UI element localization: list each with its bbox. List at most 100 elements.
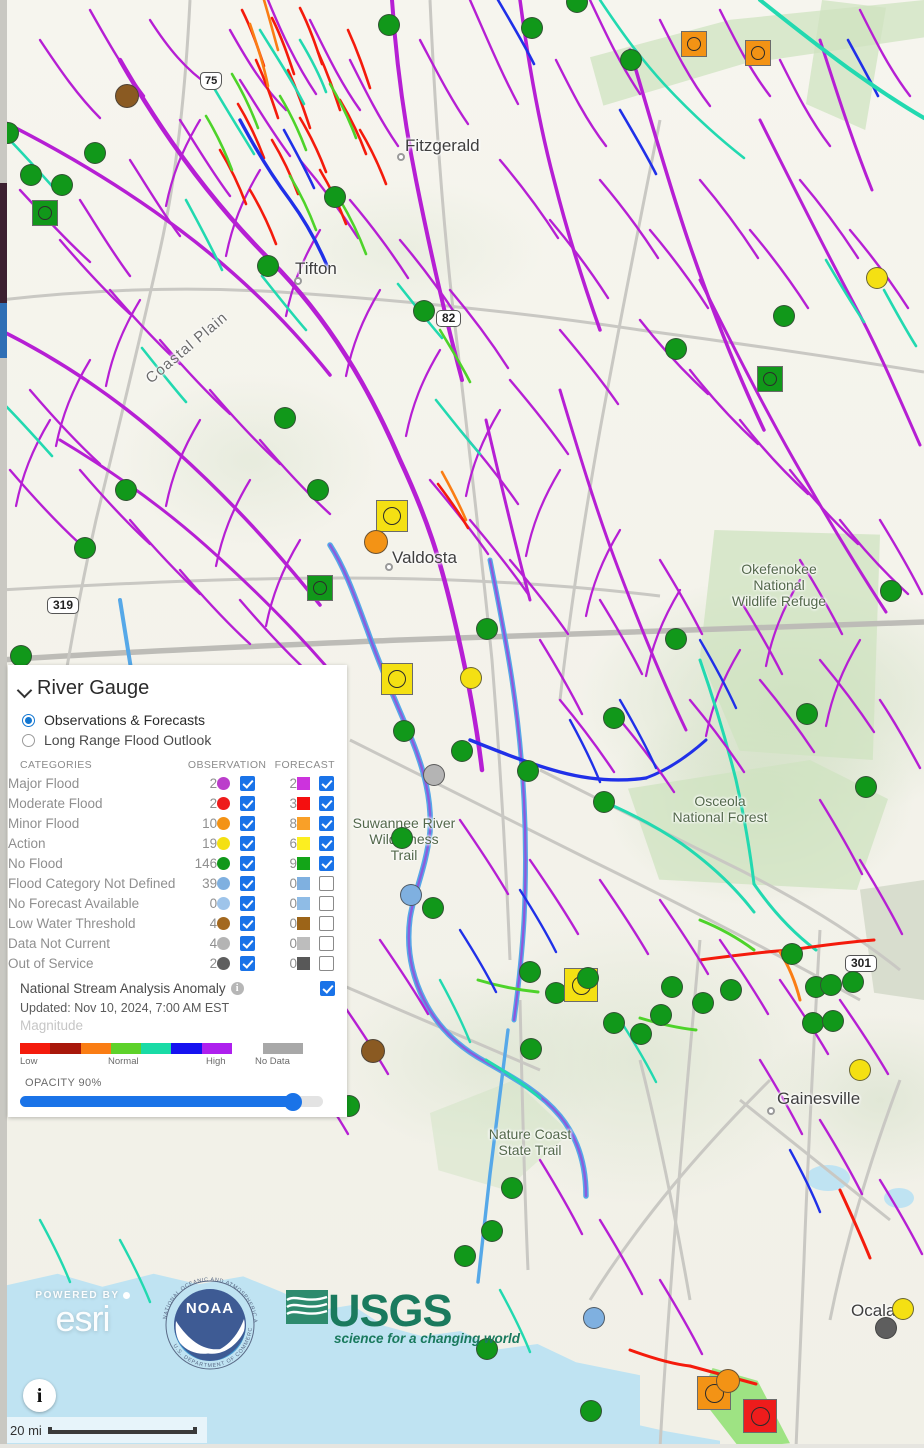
forecast-checkbox[interactable]: [319, 853, 347, 873]
gauge-marker-circle[interactable]: [580, 1400, 602, 1422]
forecast-checkbox[interactable]: [319, 813, 347, 833]
radio-long-range-flood-outlook[interactable]: Long Range Flood Outlook: [8, 730, 347, 750]
forecast-checkbox[interactable]: [319, 913, 347, 933]
radio-observations-forecasts[interactable]: Observations & Forecasts: [8, 710, 347, 730]
radio-icon[interactable]: [22, 733, 35, 747]
gauge-marker-circle[interactable]: [361, 1039, 385, 1063]
gauge-marker-circle[interactable]: [481, 1220, 503, 1242]
gauge-marker-circle[interactable]: [720, 979, 742, 1001]
radio-icon-selected[interactable]: [22, 713, 35, 727]
gauge-marker-circle[interactable]: [603, 707, 625, 729]
gauge-marker-square[interactable]: [32, 200, 58, 226]
gauge-marker-circle[interactable]: [451, 740, 473, 762]
forecast-checkbox[interactable]: [319, 773, 347, 793]
gauge-marker-circle[interactable]: [822, 1010, 844, 1032]
gauge-marker-circle[interactable]: [519, 961, 541, 983]
gauge-marker-circle[interactable]: [630, 1023, 652, 1045]
gauge-marker-circle[interactable]: [650, 1004, 672, 1026]
gauge-marker-circle[interactable]: [517, 760, 539, 782]
river-gauge-legend-panel[interactable]: River Gauge Observations & Forecasts Lon…: [8, 665, 347, 1117]
observation-checkbox[interactable]: [239, 933, 267, 953]
lake: [884, 1188, 914, 1208]
gauge-marker-circle[interactable]: [875, 1317, 897, 1339]
gauge-marker-square[interactable]: [757, 366, 783, 392]
gauge-marker-square[interactable]: [376, 500, 408, 532]
gauge-marker-circle[interactable]: [603, 1012, 625, 1034]
observation-checkbox[interactable]: [239, 913, 267, 933]
anomaly-checkbox[interactable]: [320, 981, 335, 996]
gauge-marker-circle[interactable]: [842, 971, 864, 993]
gauge-marker-circle[interactable]: [849, 1059, 871, 1081]
gauge-marker-circle[interactable]: [20, 164, 42, 186]
gauge-marker-circle[interactable]: [773, 305, 795, 327]
gauge-marker-circle[interactable]: [84, 142, 106, 164]
observation-checkbox[interactable]: [239, 893, 267, 913]
gauge-marker-circle[interactable]: [820, 974, 842, 996]
forecast-checkbox[interactable]: [319, 953, 347, 973]
gauge-marker-circle[interactable]: [324, 186, 346, 208]
opacity-slider[interactable]: [20, 1093, 323, 1111]
gauge-marker-circle[interactable]: [577, 967, 599, 989]
observation-checkbox[interactable]: [239, 813, 267, 833]
observation-checkbox[interactable]: [239, 873, 267, 893]
forecast-checkbox[interactable]: [319, 833, 347, 853]
gauge-marker-circle[interactable]: [10, 645, 32, 667]
gauge-marker-circle[interactable]: [892, 1298, 914, 1320]
gauge-marker-circle[interactable]: [274, 407, 296, 429]
observation-checkbox[interactable]: [239, 773, 267, 793]
gauge-marker-square[interactable]: [681, 31, 707, 57]
forecast-checkbox[interactable]: [319, 793, 347, 813]
gauge-marker-square[interactable]: [307, 575, 333, 601]
gauge-marker-circle[interactable]: [501, 1177, 523, 1199]
gauge-marker-circle[interactable]: [520, 1038, 542, 1060]
gauge-marker-circle[interactable]: [661, 976, 683, 998]
gauge-marker-circle[interactable]: [257, 255, 279, 277]
gauge-marker-circle[interactable]: [866, 267, 888, 289]
observation-checkbox[interactable]: [239, 833, 267, 853]
gauge-marker-circle[interactable]: [476, 618, 498, 640]
gauge-marker-circle[interactable]: [413, 300, 435, 322]
gauge-marker-circle[interactable]: [880, 580, 902, 602]
info-button[interactable]: i: [23, 1379, 56, 1412]
gauge-marker-circle[interactable]: [692, 992, 714, 1014]
gauge-marker-square[interactable]: [381, 663, 413, 695]
gauge-marker-circle[interactable]: [460, 667, 482, 689]
gauge-marker-circle[interactable]: [400, 884, 422, 906]
gauge-marker-circle[interactable]: [115, 84, 139, 108]
gauge-marker-circle[interactable]: [454, 1245, 476, 1267]
gauge-marker-circle[interactable]: [51, 174, 73, 196]
gauge-marker-circle[interactable]: [115, 479, 137, 501]
gauge-marker-circle[interactable]: [583, 1307, 605, 1329]
forecast-checkbox[interactable]: [319, 933, 347, 953]
gauge-marker-circle[interactable]: [796, 703, 818, 725]
gauge-marker-circle[interactable]: [855, 776, 877, 798]
gauge-marker-circle[interactable]: [716, 1369, 740, 1393]
gauge-marker-circle[interactable]: [423, 764, 445, 786]
legend-header[interactable]: River Gauge: [8, 673, 347, 710]
gauge-marker-circle[interactable]: [364, 530, 388, 554]
gauge-marker-circle[interactable]: [665, 628, 687, 650]
forecast-checkbox[interactable]: [319, 873, 347, 893]
observation-checkbox[interactable]: [239, 953, 267, 973]
gauge-marker-circle[interactable]: [665, 338, 687, 360]
slider-knob[interactable]: [283, 1093, 302, 1111]
observation-checkbox[interactable]: [239, 793, 267, 813]
gauge-marker-circle[interactable]: [74, 537, 96, 559]
forecast-checkbox[interactable]: [319, 893, 347, 913]
observation-swatch: [217, 953, 240, 973]
gauge-marker-circle[interactable]: [620, 49, 642, 71]
gauge-marker-circle[interactable]: [307, 479, 329, 501]
gauge-marker-circle[interactable]: [593, 791, 615, 813]
gauge-marker-circle[interactable]: [781, 943, 803, 965]
gauge-marker-circle[interactable]: [422, 897, 444, 919]
gauge-marker-circle[interactable]: [391, 827, 413, 849]
observation-checkbox[interactable]: [239, 853, 267, 873]
info-icon[interactable]: i: [230, 982, 244, 995]
gauge-marker-circle[interactable]: [802, 1012, 824, 1034]
gauge-marker-circle[interactable]: [378, 14, 400, 36]
gauge-marker-square[interactable]: [745, 40, 771, 66]
gauge-marker-circle[interactable]: [393, 720, 415, 742]
gauge-marker-circle[interactable]: [521, 17, 543, 39]
gauge-marker-square[interactable]: [743, 1399, 777, 1433]
chevron-down-icon[interactable]: [18, 682, 31, 695]
